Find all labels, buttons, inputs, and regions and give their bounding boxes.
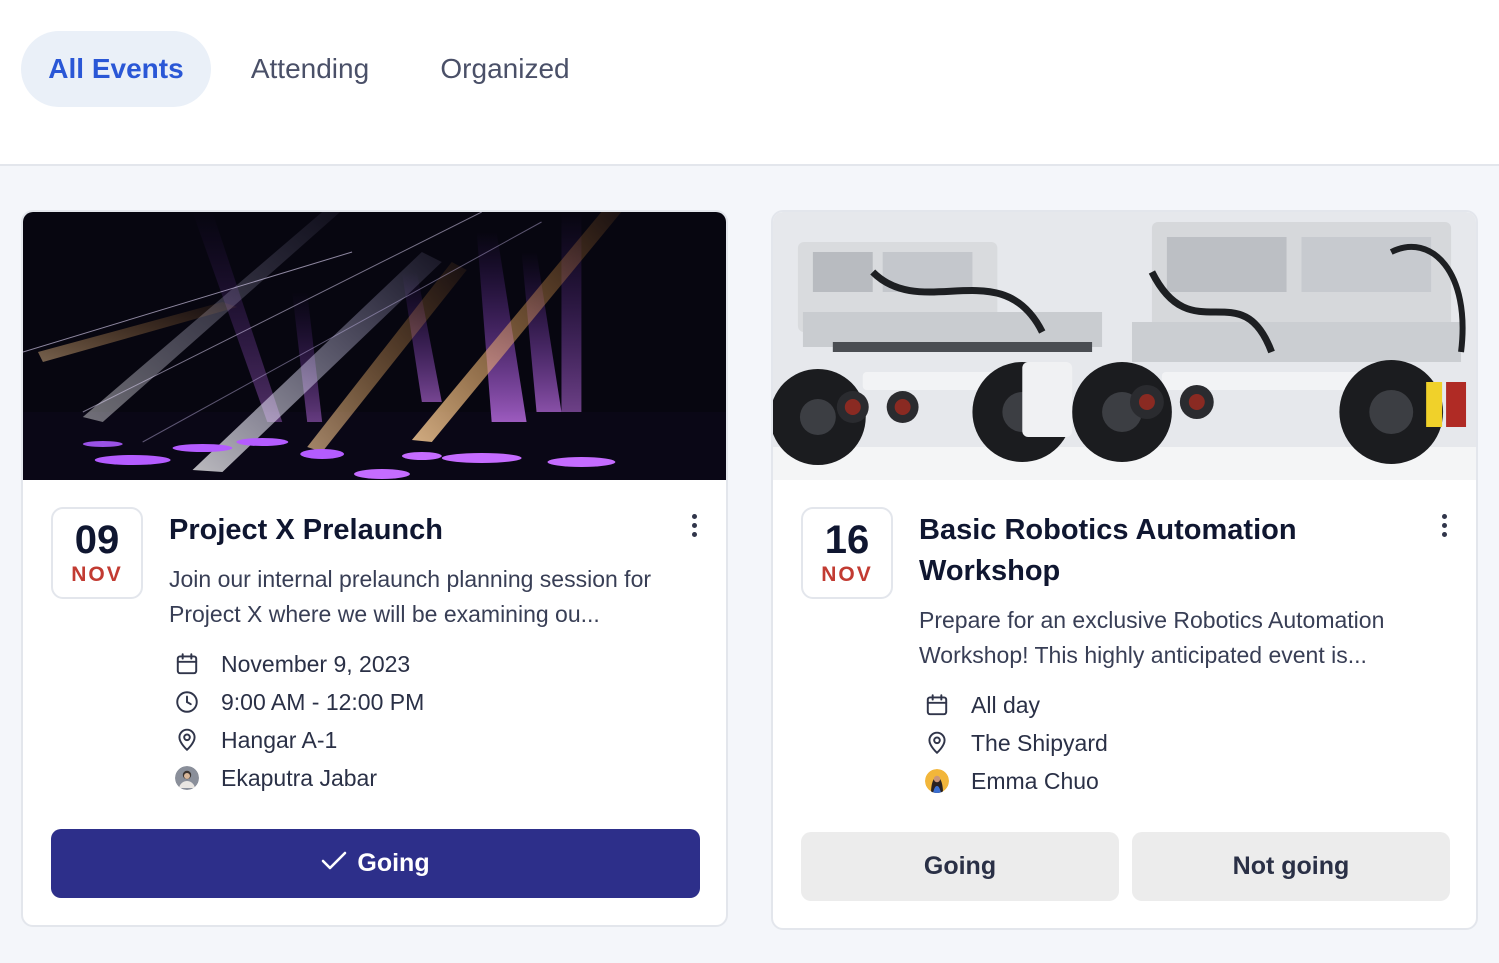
event-date-badge: 09 NOV <box>51 507 143 599</box>
more-options-icon[interactable] <box>1434 508 1454 542</box>
event-organizer-name[interactable]: Emma Chuo <box>971 768 1099 795</box>
event-description: Prepare for an exclusive Robotics Automa… <box>919 607 1385 668</box>
event-organizer-row: Ekaputra Jabar <box>173 759 424 797</box>
event-filter-tabs: All Events Attending Organized <box>0 0 1499 166</box>
check-icon <box>321 849 347 878</box>
event-date-text: All day <box>971 691 1041 718</box>
going-button-label: Going <box>357 849 430 877</box>
event-location-row: The Shipyard <box>923 724 1108 762</box>
event-card[interactable]: 16 NOV Basic Robotics Automation Worksho… <box>771 210 1478 930</box>
event-details: All day The Shipyard Emma Chuo <box>923 686 1108 800</box>
event-month: NOV <box>71 563 123 586</box>
going-button[interactable]: Going <box>801 832 1119 901</box>
event-time-row: 9:00 AM - 12:00 PM <box>173 683 424 721</box>
event-cover-image <box>773 212 1476 480</box>
location-pin-icon <box>173 726 201 754</box>
clock-icon <box>173 688 201 716</box>
event-location-text: The Shipyard <box>971 729 1108 756</box>
event-date-badge: 16 NOV <box>801 507 893 599</box>
event-time-text: 9:00 AM - 12:00 PM <box>221 688 425 715</box>
tab-organized[interactable]: Organized <box>420 31 590 107</box>
event-organizer-row: Emma Chuo <box>923 762 1108 800</box>
event-month: NOV <box>821 563 873 586</box>
calendar-icon <box>173 650 201 678</box>
event-details: November 9, 2023 9:00 AM - 12:00 PM Hang… <box>173 645 424 797</box>
event-title[interactable]: Project X Prelaunch <box>169 510 669 551</box>
event-day: 09 <box>74 518 120 562</box>
location-pin-icon <box>923 729 951 757</box>
event-description: Join our internal prelaunch planning ses… <box>169 566 652 627</box>
event-day: 16 <box>824 518 870 562</box>
event-cover-image <box>23 212 726 480</box>
organizer-avatar <box>173 764 201 792</box>
calendar-icon <box>923 691 951 719</box>
going-button[interactable]: Going <box>51 829 700 898</box>
event-date-row: November 9, 2023 <box>173 645 424 683</box>
event-date-row: All day <box>923 686 1108 724</box>
not-going-button[interactable]: Not going <box>1132 832 1450 901</box>
event-location-row: Hangar A-1 <box>173 721 424 759</box>
organizer-avatar <box>923 767 951 795</box>
event-organizer-name[interactable]: Ekaputra Jabar <box>221 765 377 792</box>
event-title[interactable]: Basic Robotics Automation Workshop <box>919 510 1419 592</box>
event-card[interactable]: 09 NOV Project X Prelaunch Join our inte… <box>21 210 728 927</box>
event-location-text: Hangar A-1 <box>221 726 338 753</box>
event-date-text: November 9, 2023 <box>221 650 411 677</box>
tab-attending[interactable]: Attending <box>228 31 392 107</box>
more-options-icon[interactable] <box>684 508 704 542</box>
tab-all-events[interactable]: All Events <box>21 31 211 107</box>
